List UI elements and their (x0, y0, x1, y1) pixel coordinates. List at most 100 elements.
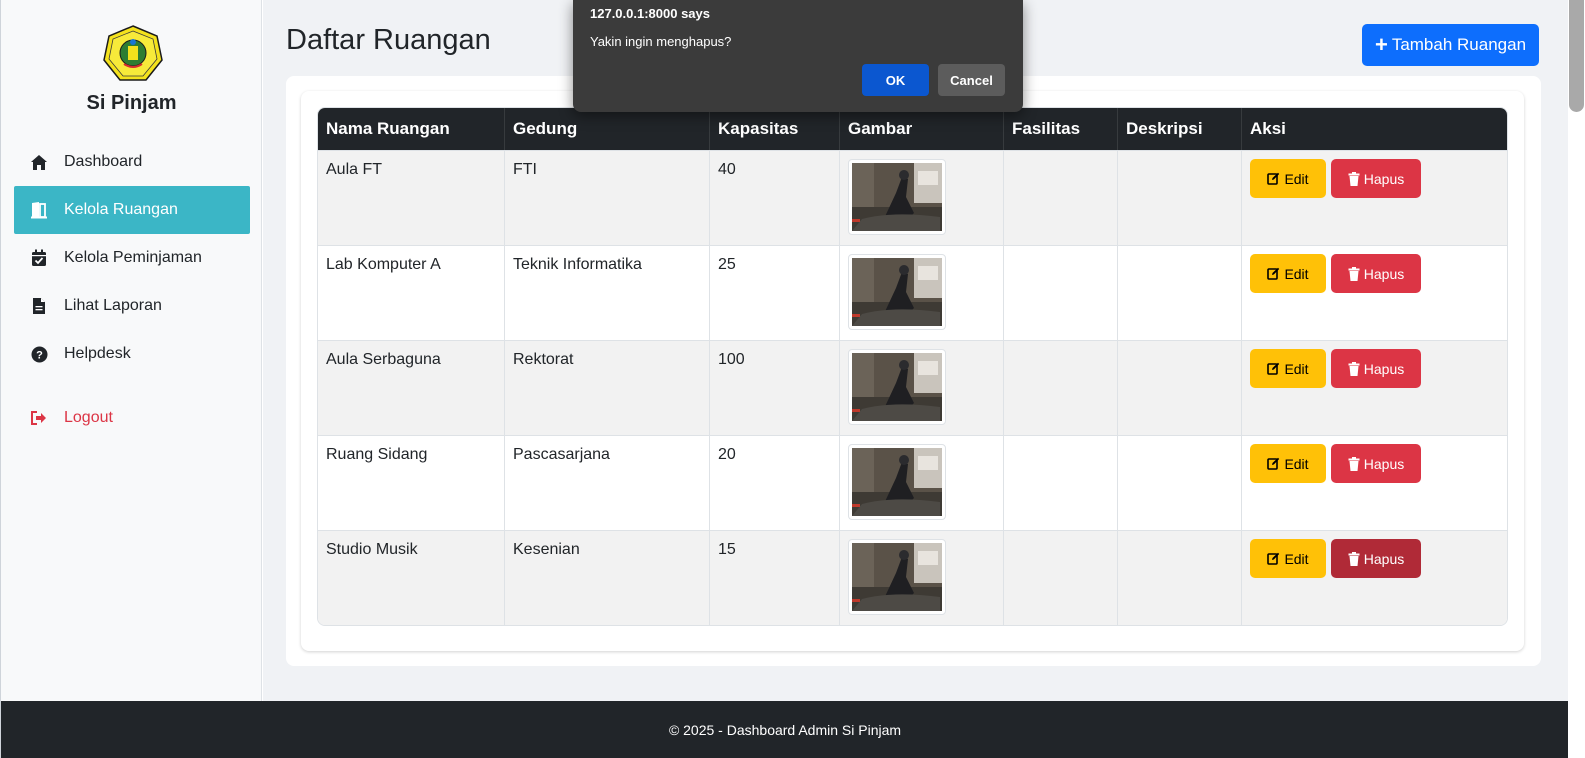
column-header: Deskripsi (1118, 108, 1242, 150)
cell-aksi: Edit Hapus (1242, 150, 1507, 245)
sidebar-item-label: Kelola Peminjaman (64, 249, 202, 266)
room-thumbnail[interactable] (848, 444, 946, 520)
row-actions: Edit Hapus (1250, 254, 1499, 293)
edit-button[interactable]: Edit (1250, 444, 1326, 483)
row-actions: Edit Hapus (1250, 539, 1499, 578)
delete-label: Hapus (1363, 265, 1405, 282)
cell-deskripsi (1118, 435, 1242, 530)
room-thumbnail[interactable] (848, 349, 946, 425)
row-actions: Edit Hapus (1250, 349, 1499, 388)
page: Si Pinjam Dashboard Kelola Ruangan Kelol… (0, 0, 1569, 758)
confirm-dialog: 127.0.0.1:8000 says Yakin ingin menghapu… (573, 0, 1023, 112)
trash-icon (1348, 361, 1360, 376)
column-header: Gambar (840, 108, 1004, 150)
calendar-check-icon (30, 249, 48, 267)
delete-button[interactable]: Hapus (1331, 349, 1421, 388)
cell-gedung: Kesenian (505, 530, 710, 625)
edit-label: Edit (1284, 455, 1309, 472)
row-actions: Edit Hapus (1250, 444, 1499, 483)
sidebar-item-helpdesk[interactable]: ? Helpdesk (14, 330, 250, 378)
svg-text:?: ? (36, 349, 43, 361)
table-row: Lab Komputer A Teknik Informatika 25 Edit Ha… (318, 245, 1507, 340)
cell-kapasitas: 15 (710, 530, 840, 625)
cell-fasilitas (1004, 435, 1118, 530)
dialog-ok-button[interactable]: OK (862, 64, 929, 96)
cell-gambar (840, 530, 1004, 625)
table-row: Ruang Sidang Pascasarjana 20 Edit Hapus (318, 435, 1507, 530)
cell-gambar (840, 245, 1004, 340)
edit-button[interactable]: Edit (1250, 349, 1326, 388)
room-thumbnail[interactable] (848, 539, 946, 615)
cell-nama: Aula FT (318, 150, 505, 245)
delete-label: Hapus (1363, 360, 1405, 377)
door-icon (30, 201, 48, 219)
table-row: Aula FT FTI 40 Edit Hapus (318, 150, 1507, 245)
cell-gambar (840, 340, 1004, 435)
cell-deskripsi (1118, 340, 1242, 435)
table-row: Aula Serbaguna Rektorat 100 Edit Hapus (318, 340, 1507, 435)
sidebar-item-label: Kelola Ruangan (64, 201, 178, 218)
cell-gedung: Teknik Informatika (505, 245, 710, 340)
edit-label: Edit (1284, 170, 1309, 187)
room-thumbnail[interactable] (848, 254, 946, 330)
card: Nama Ruangan Gedung Kapasitas Gambar Fas… (286, 76, 1541, 666)
delete-button[interactable]: Hapus (1331, 444, 1421, 483)
cell-aksi: Edit Hapus (1242, 245, 1507, 340)
cell-kapasitas: 20 (710, 435, 840, 530)
sign-out-icon (30, 409, 48, 427)
sidebar-item-kelola-peminjaman[interactable]: Kelola Peminjaman (14, 234, 250, 282)
cell-fasilitas (1004, 245, 1118, 340)
edit-icon (1267, 267, 1280, 280)
trash-icon (1348, 171, 1360, 186)
brand-name: Si Pinjam (86, 92, 177, 114)
column-header: Aksi (1242, 108, 1507, 150)
add-room-label: Tambah Ruangan (1391, 35, 1527, 54)
cell-aksi: Edit Hapus (1242, 530, 1507, 625)
edit-icon (1267, 552, 1280, 565)
sidebar: Si Pinjam Dashboard Kelola Ruangan Kelol… (1, 0, 262, 701)
logout-label: Logout (64, 409, 113, 426)
edit-icon (1267, 172, 1280, 185)
column-header: Nama Ruangan (318, 108, 505, 150)
scrollbar[interactable] (1568, 0, 1585, 758)
add-room-button[interactable]: + Tambah Ruangan (1362, 24, 1539, 66)
card-body: Nama Ruangan Gedung Kapasitas Gambar Fas… (301, 91, 1524, 651)
delete-button[interactable]: Hapus (1331, 539, 1421, 578)
dialog-message: Yakin ingin menghapus? (590, 34, 732, 49)
delete-button[interactable]: Hapus (1331, 254, 1421, 293)
cell-gambar (840, 150, 1004, 245)
cell-nama: Lab Komputer A (318, 245, 505, 340)
delete-button[interactable]: Hapus (1331, 159, 1421, 198)
cell-gedung: FTI (505, 150, 710, 245)
question-circle-icon: ? (30, 345, 48, 363)
footer: © 2025 - Dashboard Admin Si Pinjam (1, 701, 1569, 758)
plus-icon: + (1374, 32, 1388, 57)
page-title: Daftar Ruangan (286, 24, 491, 56)
cell-kapasitas: 25 (710, 245, 840, 340)
cell-gedung: Pascasarjana (505, 435, 710, 530)
cell-gambar (840, 435, 1004, 530)
cell-kapasitas: 40 (710, 150, 840, 245)
edit-button[interactable]: Edit (1250, 254, 1326, 293)
sidebar-item-lihat-laporan[interactable]: Lihat Laporan (14, 282, 250, 330)
edit-icon (1267, 362, 1280, 375)
cell-deskripsi (1118, 245, 1242, 340)
scrollbar-thumb[interactable] (1569, 0, 1584, 112)
dialog-cancel-button[interactable]: Cancel (938, 64, 1005, 96)
delete-label: Hapus (1363, 170, 1405, 187)
room-thumbnail[interactable] (848, 159, 946, 235)
logout-link[interactable]: Logout (14, 394, 250, 442)
cell-fasilitas (1004, 530, 1118, 625)
cell-deskripsi (1118, 530, 1242, 625)
trash-icon (1348, 266, 1360, 281)
sidebar-item-label: Helpdesk (64, 345, 131, 362)
edit-button[interactable]: Edit (1250, 539, 1326, 578)
sidebar-item-dashboard[interactable]: Dashboard (14, 138, 250, 186)
cell-fasilitas (1004, 150, 1118, 245)
edit-label: Edit (1284, 550, 1309, 567)
sidebar-item-label: Lihat Laporan (64, 297, 162, 314)
edit-icon (1267, 457, 1280, 470)
delete-label: Hapus (1363, 455, 1405, 472)
edit-button[interactable]: Edit (1250, 159, 1326, 198)
sidebar-item-kelola-ruangan[interactable]: Kelola Ruangan (14, 186, 250, 234)
